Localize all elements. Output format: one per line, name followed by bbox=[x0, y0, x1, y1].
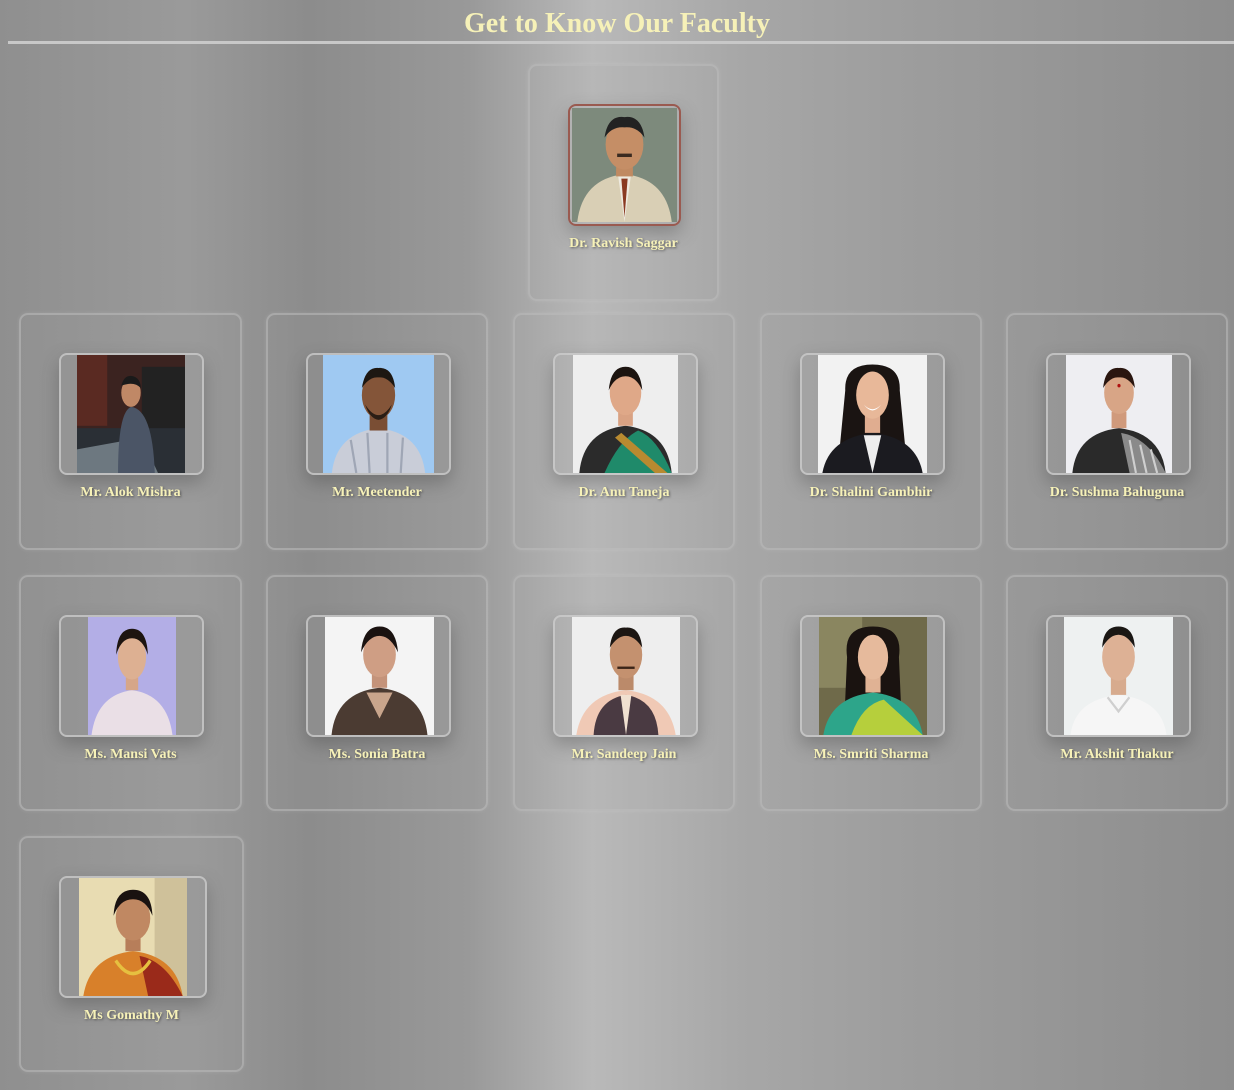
faculty-card[interactable]: Ms. Sonia Batra bbox=[266, 575, 488, 811]
photo-frame bbox=[59, 876, 207, 998]
faculty-photo bbox=[323, 355, 434, 473]
faculty-photo bbox=[88, 617, 176, 735]
faculty-photo bbox=[818, 355, 927, 473]
faculty-photo bbox=[572, 617, 680, 735]
faculty-card[interactable]: Ms. Smriti Sharma bbox=[760, 575, 982, 811]
faculty-card[interactable]: Dr. Anu Taneja bbox=[513, 313, 735, 550]
photo-frame bbox=[800, 353, 945, 475]
faculty-card[interactable]: Mr. Akshit Thakur bbox=[1006, 575, 1228, 811]
faculty-name: Ms. Mansi Vats bbox=[84, 747, 177, 762]
faculty-name: Ms. Sonia Batra bbox=[328, 747, 426, 762]
faculty-card[interactable]: Dr. Ravish Saggar bbox=[528, 64, 719, 301]
photo-frame bbox=[553, 353, 698, 475]
faculty-photo bbox=[819, 617, 927, 735]
faculty-card[interactable]: Mr. Alok Mishra bbox=[19, 313, 242, 550]
faculty-name: Mr. Sandeep Jain bbox=[571, 747, 677, 762]
faculty-photo bbox=[77, 355, 185, 473]
faculty-name: Dr. Ravish Saggar bbox=[569, 236, 678, 251]
photo-frame bbox=[306, 353, 451, 475]
faculty-card[interactable]: Mr. Meetender bbox=[266, 313, 488, 550]
faculty-card[interactable]: Dr. Shalini Gambhir bbox=[760, 313, 982, 550]
page-title: Get to Know Our Faculty bbox=[464, 8, 770, 39]
faculty-name: Mr. Alok Mishra bbox=[80, 485, 181, 500]
faculty-name: Dr. Sushma Bahuguna bbox=[1049, 485, 1185, 500]
faculty-photo bbox=[572, 108, 677, 222]
photo-frame bbox=[568, 104, 681, 226]
photo-frame bbox=[306, 615, 451, 737]
faculty-name: Mr. Akshit Thakur bbox=[1060, 747, 1174, 762]
photo-frame bbox=[1046, 353, 1191, 475]
faculty-card[interactable]: Ms. Mansi Vats bbox=[19, 575, 242, 811]
faculty-card[interactable]: Dr. Sushma Bahuguna bbox=[1006, 313, 1228, 550]
faculty-card[interactable]: Mr. Sandeep Jain bbox=[513, 575, 735, 811]
faculty-name: Ms Gomathy M bbox=[84, 1008, 179, 1023]
faculty-name: Dr. Anu Taneja bbox=[578, 485, 670, 500]
faculty-name: Dr. Shalini Gambhir bbox=[809, 485, 933, 500]
faculty-name: Mr. Meetender bbox=[332, 485, 422, 500]
faculty-photo bbox=[1066, 355, 1172, 473]
faculty-photo bbox=[573, 355, 678, 473]
photo-frame bbox=[553, 615, 698, 737]
photo-frame bbox=[800, 615, 945, 737]
photo-frame bbox=[59, 353, 204, 475]
faculty-photo bbox=[79, 878, 187, 996]
faculty-photo bbox=[325, 617, 434, 735]
faculty-card[interactable]: Ms Gomathy M bbox=[19, 836, 244, 1072]
faculty-photo bbox=[1064, 617, 1173, 735]
title-divider bbox=[8, 41, 1234, 44]
photo-frame bbox=[1046, 615, 1191, 737]
faculty-name: Ms. Smriti Sharma bbox=[813, 747, 929, 762]
photo-frame bbox=[59, 615, 204, 737]
